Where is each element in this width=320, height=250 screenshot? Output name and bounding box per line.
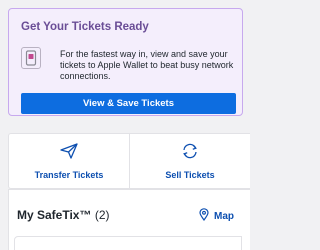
paper-plane-icon <box>60 142 78 164</box>
tickets-page: Get Your Tickets Ready For the fastest w… <box>0 0 250 250</box>
view-save-tickets-button[interactable]: View & Save Tickets <box>21 93 236 114</box>
ticket-actions: Transfer Tickets Sell Tickets <box>8 133 250 189</box>
map-pin-icon <box>199 208 209 224</box>
refresh-arrows-icon <box>181 143 199 164</box>
my-tickets-title: My SafeTix™ <box>17 208 92 222</box>
transfer-tickets-label: Transfer Tickets <box>34 169 104 180</box>
ticket-card[interactable] <box>14 236 242 250</box>
wallet-promo-card: Get Your Tickets Ready For the fastest w… <box>8 8 243 116</box>
transfer-tickets-button[interactable]: Transfer Tickets <box>9 134 129 188</box>
my-tickets-heading: My SafeTix™ (2) <box>17 208 110 222</box>
ticket-count: (2) <box>94 208 110 222</box>
sell-tickets-button[interactable]: Sell Tickets <box>129 134 250 188</box>
map-label: Map <box>214 210 234 222</box>
map-link[interactable]: Map <box>199 208 234 224</box>
promo-title: Get Your Tickets Ready <box>21 21 149 33</box>
promo-description: For the fastest way in, view and save yo… <box>60 49 234 81</box>
sell-tickets-label: Sell Tickets <box>165 169 215 180</box>
phone-ticket-icon <box>21 47 41 69</box>
